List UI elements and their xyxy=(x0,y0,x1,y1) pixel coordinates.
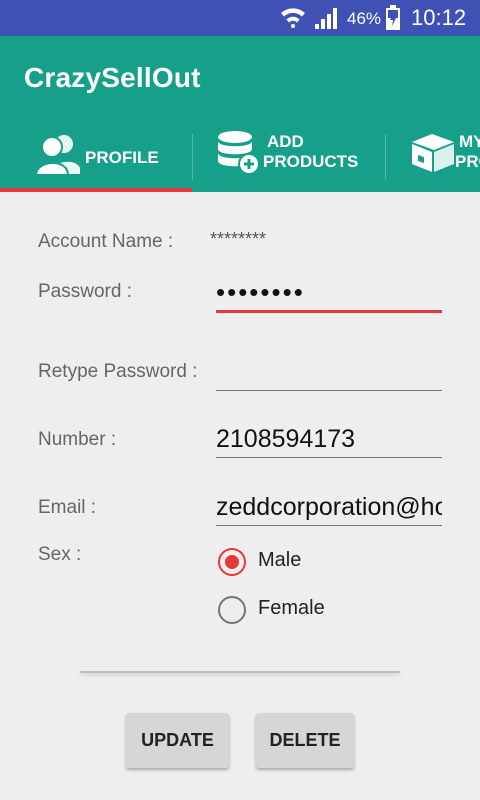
add-products-icon xyxy=(218,131,260,175)
email-field[interactable]: zeddcorporation@hotmail.com xyxy=(216,489,442,526)
radio-female-label: Female xyxy=(258,597,325,619)
tab-profile[interactable]: PROFILE xyxy=(0,124,192,192)
tab-add-products[interactable]: ADD PRODUCTS xyxy=(193,124,385,192)
number-field[interactable]: 2108594173 xyxy=(216,421,442,458)
clock: 10:12 xyxy=(411,5,467,30)
tab-add-products-line1: ADD xyxy=(267,132,304,151)
box-icon xyxy=(412,134,454,172)
tab-profile-label: PROFILE xyxy=(85,148,159,167)
delete-button[interactable]: DELETE xyxy=(256,713,354,768)
radio-male-label: Male xyxy=(258,549,302,571)
update-button[interactable]: UPDATE xyxy=(126,713,229,768)
password-label: Password : xyxy=(38,281,132,302)
retype-password-field[interactable] xyxy=(216,354,442,391)
radio-button-unchecked[interactable] xyxy=(218,596,246,624)
radio-dot xyxy=(225,555,239,569)
email-label: Email : xyxy=(38,497,97,518)
app-bar: CrazySellOut PROFILE ADD PRODUCTS MY PR xyxy=(0,36,480,192)
battery-icon xyxy=(386,5,400,30)
tab-my-products-line1: MY xyxy=(459,132,480,151)
tab-my-products[interactable]: MY PRODUCTS xyxy=(386,124,480,192)
app-title: CrazySellOut xyxy=(24,62,201,93)
retype-password-label: Retype Password : xyxy=(38,361,198,382)
radio-button-checked[interactable] xyxy=(218,548,246,576)
tab-indicator xyxy=(0,188,192,192)
tab-bar: PROFILE ADD PRODUCTS MY PR xyxy=(0,124,480,192)
tab-add-products-line2: PRODUCTS xyxy=(263,152,359,171)
account-name-label: Account Name : xyxy=(38,231,174,252)
sex-label: Sex : xyxy=(38,544,82,565)
divider xyxy=(80,671,400,673)
password-field[interactable]: •••••••• xyxy=(216,274,442,313)
battery-percent: 46% xyxy=(347,9,382,28)
number-label: Number : xyxy=(38,429,117,450)
wifi-icon xyxy=(281,8,305,28)
signal-icon xyxy=(315,8,337,29)
tab-my-products-line2: PRODUCTS xyxy=(455,152,480,171)
profile-icon xyxy=(34,135,80,176)
account-name-value: ******** xyxy=(210,229,267,249)
status-bar: 46% 10:12 xyxy=(0,0,480,36)
